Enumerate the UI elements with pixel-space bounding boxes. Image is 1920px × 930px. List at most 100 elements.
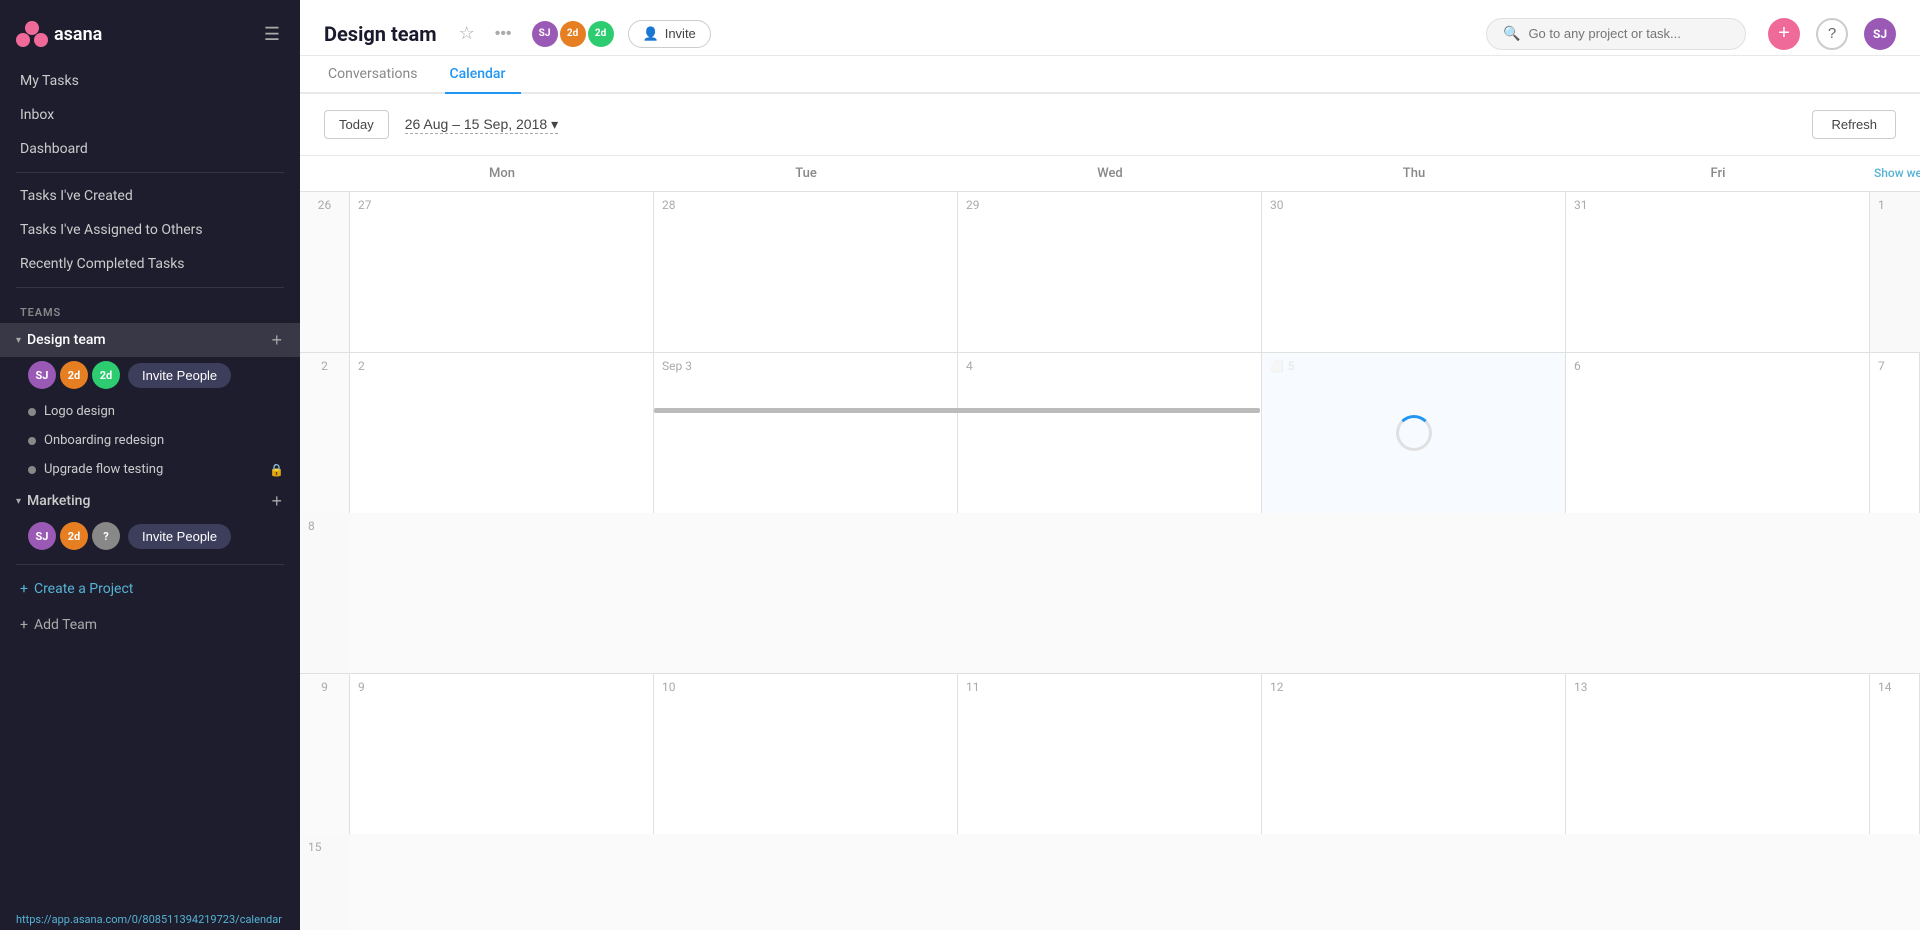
- sidebar-collapse-button[interactable]: ☰: [260, 20, 284, 49]
- onboarding-redesign-label: Onboarding redesign: [44, 433, 164, 448]
- topbar-invite-person-icon: 👤: [643, 26, 659, 42]
- day-num-sep7: 7: [1878, 359, 1911, 373]
- topbar-invite-label: Invite: [665, 26, 696, 41]
- sidebar-item-tasks-assigned[interactable]: Tasks I've Assigned to Others: [0, 213, 300, 247]
- day-num-sep15: 15: [308, 840, 342, 854]
- week-num-1: 26: [300, 192, 350, 352]
- day-num-sep2: 2: [358, 359, 645, 373]
- marketing-members-row: SJ 2d ? Invite People: [0, 518, 300, 558]
- my-tasks-label: My Tasks: [20, 73, 79, 89]
- user-avatar[interactable]: SJ: [1864, 18, 1896, 50]
- cal-header-mon: Mon: [350, 156, 654, 191]
- cal-day-aug30: 30: [1262, 192, 1566, 352]
- logo-design-label: Logo design: [44, 404, 115, 419]
- add-team-label: Add Team: [34, 617, 97, 633]
- sidebar-team-design-team[interactable]: ▾ Design team +: [0, 323, 300, 357]
- upgrade-flow-dot: [28, 466, 36, 474]
- cal-day-sep11: 11: [958, 674, 1262, 834]
- cal-day-sep15-partial: 15: [300, 834, 350, 930]
- cal-day-aug27: 27: [350, 192, 654, 352]
- sidebar-item-recently-completed[interactable]: Recently Completed Tasks: [0, 247, 300, 281]
- day-num-aug31: 31: [1574, 198, 1861, 212]
- page-title: Design team: [324, 22, 437, 46]
- sidebar-project-logo-design[interactable]: Logo design: [0, 397, 300, 426]
- day-num-sep8: 8: [308, 519, 342, 533]
- main-content: Design team ☆ ••• SJ 2d 2d 👤 Invite 🔍 + …: [300, 0, 1920, 930]
- tab-conversations[interactable]: Conversations: [324, 56, 433, 94]
- sidebar-nav: My Tasks Inbox Dashboard Tasks I've Crea…: [0, 64, 300, 651]
- teams-section-label: Teams: [0, 294, 300, 323]
- sidebar-project-upgrade-flow-testing[interactable]: Upgrade flow testing 🔒: [0, 455, 300, 484]
- cal-header-fri: Fri: [1566, 156, 1870, 191]
- tasks-assigned-label: Tasks I've Assigned to Others: [20, 222, 203, 238]
- design-team-chevron-icon: ▾: [16, 335, 21, 346]
- marketing-add-button[interactable]: +: [269, 492, 284, 510]
- onboarding-redesign-dot: [28, 437, 36, 445]
- avatar-2d-2-design: 2d: [92, 361, 120, 389]
- tasks-created-label: Tasks I've Created: [20, 188, 133, 204]
- week-task-bar: [654, 408, 1260, 413]
- sidebar-item-inbox[interactable]: Inbox: [0, 98, 300, 132]
- day-num-sep9: 9: [358, 680, 645, 694]
- calendar-header-row: Mon Tue Wed Thu Fri Show weekends: [300, 156, 1920, 192]
- cal-day-aug31: 31: [1566, 192, 1870, 352]
- cal-header-thu: Thu: [1262, 156, 1566, 191]
- cal-day-sep5: ⬜ 5: [1262, 353, 1566, 513]
- sidebar-item-dashboard[interactable]: Dashboard: [0, 132, 300, 166]
- star-button[interactable]: ☆: [455, 21, 479, 46]
- asana-logo-text: asana: [54, 24, 102, 45]
- cal-day-sep6: 6: [1566, 353, 1870, 513]
- date-range-button[interactable]: 26 Aug – 15 Sep, 2018 ▾: [405, 116, 559, 134]
- loading-spinner: [1396, 415, 1432, 451]
- sidebar-divider: [16, 172, 284, 173]
- week-num-2: 2: [300, 353, 350, 513]
- cal-day-sep14: 14: [1870, 674, 1920, 834]
- topbar-team-avatars: SJ 2d 2d: [532, 21, 614, 47]
- search-icon: 🔍: [1503, 26, 1520, 42]
- marketing-chevron-icon: ▾: [16, 496, 21, 507]
- show-weekends-button[interactable]: Show weekends: [1870, 156, 1920, 191]
- day-num-sep10: 10: [662, 680, 949, 694]
- day-num-sep4: 4: [966, 359, 1253, 373]
- tab-calendar[interactable]: Calendar: [445, 56, 521, 94]
- sidebar-project-onboarding-redesign[interactable]: Onboarding redesign: [0, 426, 300, 455]
- create-project-link[interactable]: + Create a Project: [0, 571, 300, 607]
- loading-overlay: [1262, 353, 1565, 513]
- day-num-sep14: 14: [1878, 680, 1911, 694]
- more-options-button[interactable]: •••: [489, 23, 518, 45]
- day-num-aug27: 27: [358, 198, 645, 212]
- sidebar-item-my-tasks[interactable]: My Tasks: [0, 64, 300, 98]
- search-input[interactable]: [1528, 26, 1729, 41]
- cal-header-wed: Wed: [958, 156, 1262, 191]
- design-team-add-button[interactable]: +: [269, 331, 284, 349]
- add-button[interactable]: +: [1768, 18, 1800, 50]
- sidebar-team-marketing[interactable]: ▾ Marketing +: [0, 484, 300, 518]
- cal-day-aug29: 29: [958, 192, 1262, 352]
- add-team-link[interactable]: + Add Team: [0, 607, 300, 643]
- cal-header-week-num: [300, 156, 350, 191]
- status-bar-url[interactable]: https://app.asana.com/0/808511394219723/…: [16, 913, 282, 926]
- topbar: Design team ☆ ••• SJ 2d 2d 👤 Invite 🔍 + …: [300, 0, 1920, 56]
- topbar-invite-button[interactable]: 👤 Invite: [628, 20, 711, 48]
- cal-day-sep10: 10: [654, 674, 958, 834]
- tabs-row: Conversations Calendar: [300, 56, 1920, 94]
- logo-design-dot: [28, 408, 36, 416]
- week-num-3: 9: [300, 674, 350, 834]
- sidebar-item-tasks-created[interactable]: Tasks I've Created: [0, 179, 300, 213]
- design-team-invite-button[interactable]: Invite People: [128, 363, 231, 388]
- cal-header-tue: Tue: [654, 156, 958, 191]
- day-num-aug29: 29: [966, 198, 1253, 212]
- status-bar: https://app.asana.com/0/808511394219723/…: [0, 909, 300, 930]
- cal-week-row-1: 26 27 28 29 30 31 1: [300, 192, 1920, 353]
- cal-week-row-3: 9 9 10 11 12 13 14: [300, 674, 1920, 930]
- date-range-text: 26 Aug – 15 Sep, 2018: [405, 116, 547, 132]
- marketing-invite-button[interactable]: Invite People: [128, 524, 231, 549]
- today-button[interactable]: Today: [324, 110, 389, 139]
- avatar-sj-design: SJ: [28, 361, 56, 389]
- refresh-button[interactable]: Refresh: [1812, 110, 1896, 139]
- sidebar-divider-2: [16, 287, 284, 288]
- help-button[interactable]: ?: [1816, 18, 1848, 50]
- add-team-plus-icon: +: [20, 617, 28, 633]
- upgrade-flow-label: Upgrade flow testing: [44, 462, 163, 477]
- avatar-2d-marketing: 2d: [60, 522, 88, 550]
